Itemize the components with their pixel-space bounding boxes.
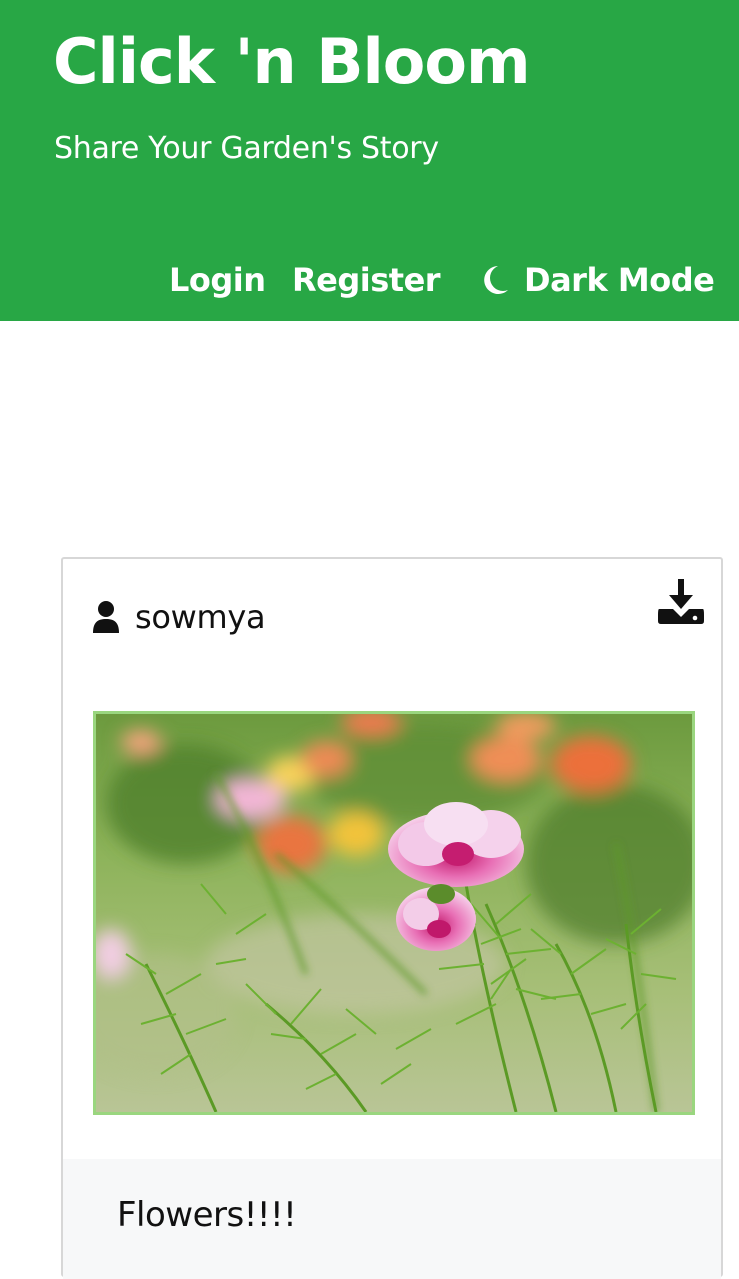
site-tagline: Share Your Garden's Story	[54, 131, 439, 166]
post-image	[93, 711, 695, 1115]
post-card: sowmya Flowers!!!!	[61, 557, 723, 1279]
register-link[interactable]: Register	[292, 259, 441, 301]
site-header: Click 'n Bloom Share Your Garden's Story…	[0, 0, 739, 321]
author-name: sowmya	[135, 598, 266, 636]
post-caption: Flowers!!!!	[117, 1195, 297, 1235]
site-title: Click 'n Bloom	[53, 25, 531, 98]
post-author: sowmya	[92, 597, 266, 637]
moon-icon	[480, 264, 510, 296]
user-icon	[92, 600, 120, 634]
download-button[interactable]	[657, 577, 705, 627]
download-icon	[657, 579, 705, 631]
login-link[interactable]: Login	[169, 259, 266, 301]
dark-mode-toggle[interactable]: Dark Mode	[480, 259, 715, 301]
caption-area: Flowers!!!!	[63, 1159, 721, 1279]
flower-photo	[96, 714, 692, 1112]
dark-mode-label: Dark Mode	[524, 261, 715, 299]
